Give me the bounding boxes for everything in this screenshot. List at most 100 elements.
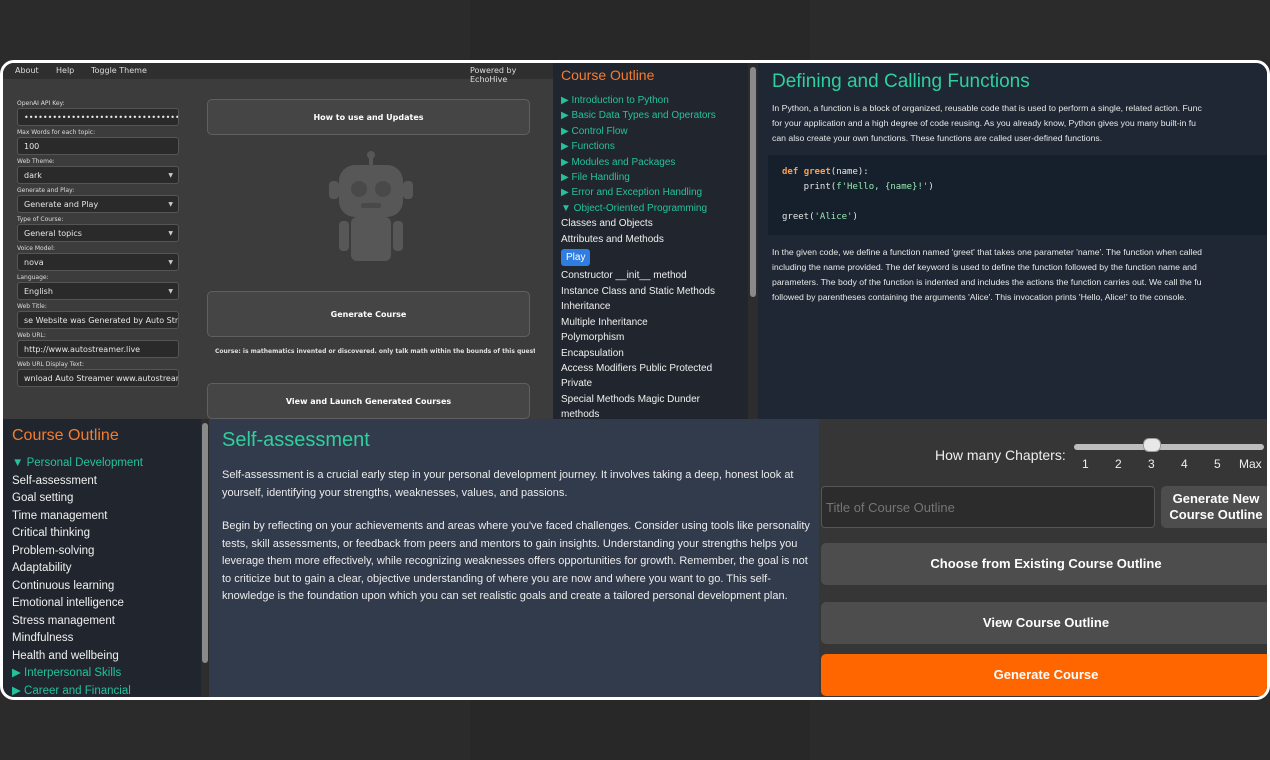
- outline-topic[interactable]: Continuous learning: [12, 578, 143, 596]
- outline-topic[interactable]: Constructor __init__ method: [561, 268, 716, 283]
- how-to-button[interactable]: How to use and Updates: [207, 99, 530, 135]
- web-theme-select[interactable]: dark ▼: [17, 166, 179, 184]
- code-text: ): [928, 182, 934, 192]
- generate-course-button[interactable]: Generate Course: [821, 654, 1267, 696]
- field-label: OpenAI API Key:: [17, 100, 65, 107]
- outline-topic[interactable]: Special Methods Magic Dunder: [561, 392, 716, 407]
- text-line: can also create your own functions. Thes…: [772, 133, 1103, 143]
- chevron-down-icon: ▼: [168, 259, 173, 266]
- code-text: greet(: [782, 212, 815, 222]
- outline-chapter[interactable]: ▶ Functions: [561, 139, 716, 154]
- web-url-field[interactable]: http://www.autostreamer.live: [17, 340, 179, 358]
- outline-topic[interactable]: Problem-solving: [12, 543, 143, 561]
- outline-topic[interactable]: Classes and Objects: [561, 216, 716, 231]
- outline-topic[interactable]: Inheritance: [561, 299, 716, 314]
- generate-new-outline-button[interactable]: Generate New Course Outline: [1161, 486, 1267, 528]
- api-key-field[interactable]: ••••••••••••••••••••••••••••••••••••: [17, 108, 179, 126]
- tick-label: 3: [1148, 457, 1155, 471]
- slider-thumb[interactable]: [1143, 438, 1161, 452]
- outline-chapter[interactable]: ▶ Basic Data Types and Operators: [561, 108, 716, 123]
- course-outline-panel: Course Outline ▶ Introduction to Python ▶…: [553, 63, 758, 420]
- tick-label: Max: [1239, 457, 1262, 471]
- outline-chapter[interactable]: ▼ Personal Development: [12, 455, 143, 473]
- scrollbar-thumb[interactable]: [202, 423, 208, 663]
- select-value: English: [24, 287, 53, 296]
- outline-chapter[interactable]: ▼ Object-Oriented Programming: [561, 201, 716, 216]
- robot-icon: [329, 151, 413, 261]
- max-words-field[interactable]: 100: [17, 137, 179, 155]
- generate-play-select[interactable]: Generate and Play ▼: [17, 195, 179, 213]
- outline-topic[interactable]: Multiple Inheritance: [561, 315, 716, 330]
- tick-label: 4: [1181, 457, 1188, 471]
- scrollbar[interactable]: [748, 63, 758, 419]
- field-label: Web URL:: [17, 332, 46, 339]
- scrollbar-thumb[interactable]: [750, 67, 756, 297]
- select-value: nova: [24, 258, 44, 267]
- field-label: Web Theme:: [17, 158, 55, 165]
- lesson-intro: In Python, a function is a block of orga…: [772, 101, 1267, 146]
- chevron-down-icon: ▼: [168, 201, 173, 208]
- menu-about[interactable]: About: [15, 66, 39, 75]
- play-button[interactable]: Play: [561, 249, 591, 267]
- outline-chapter[interactable]: ▶ Career and Financial: [12, 683, 143, 698]
- language-select[interactable]: English ▼: [17, 282, 179, 300]
- field-label: Web Title:: [17, 303, 47, 310]
- outline-topic[interactable]: Stress management: [12, 613, 143, 631]
- list-item: Play: [561, 247, 716, 268]
- course-title-input[interactable]: [821, 486, 1155, 528]
- chapters-label: How many Chapters:: [935, 447, 1066, 463]
- outline-topic[interactable]: Critical thinking: [12, 525, 143, 543]
- app-window: About Help Toggle Theme Powered by EchoH…: [3, 63, 553, 419]
- code-keyword: def: [782, 167, 799, 177]
- outline-chapter[interactable]: ▶ Interpersonal Skills: [12, 665, 143, 683]
- select-value: dark: [24, 171, 42, 180]
- outline-topic[interactable]: Private: [561, 376, 716, 391]
- code-text: print(: [782, 182, 837, 192]
- field-label: Max Words for each topic:: [17, 129, 96, 136]
- outline-chapter[interactable]: ▶ Introduction to Python: [561, 93, 716, 108]
- outline-chapter[interactable]: ▶ File Handling: [561, 170, 716, 185]
- voice-model-select[interactable]: nova ▼: [17, 253, 179, 271]
- outline-topic[interactable]: Encapsulation: [561, 346, 716, 361]
- generate-course-button[interactable]: Generate Course: [207, 291, 530, 337]
- select-value: General topics: [24, 229, 82, 238]
- outline-topic[interactable]: Instance Class and Static Methods: [561, 284, 716, 299]
- outline-chapter[interactable]: ▶ Modules and Packages: [561, 155, 716, 170]
- outline-topic[interactable]: Attributes and Methods: [561, 232, 716, 247]
- code-block: def greet(name): print(f'Hello, {name}!'…: [768, 155, 1267, 235]
- course-outline-panel-2: Course Outline ▼ Personal Development Sel…: [3, 419, 201, 698]
- web-title-field[interactable]: se Website was Generated by Auto Streame…: [17, 311, 179, 329]
- outline-title: Course Outline: [12, 427, 119, 444]
- outline-topic[interactable]: Mindfulness: [12, 630, 143, 648]
- choose-existing-outline-button[interactable]: Choose from Existing Course Outline: [821, 543, 1267, 585]
- tick-label: 2: [1115, 457, 1122, 471]
- menu-toggle-theme[interactable]: Toggle Theme: [91, 66, 147, 75]
- outline-topic[interactable]: Time management: [12, 508, 143, 526]
- outline-topic[interactable]: Adaptability: [12, 560, 143, 578]
- field-label: Type of Course:: [17, 216, 64, 223]
- lesson-paragraph: Begin by reflecting on your achievements…: [222, 520, 810, 603]
- outline-topic[interactable]: Emotional intelligence: [12, 595, 143, 613]
- field-label: Voice Model:: [17, 245, 55, 252]
- web-url-display-field[interactable]: wnload Auto Streamer www.autostreamer.li…: [17, 369, 179, 387]
- field-label: Language:: [17, 274, 49, 281]
- code-string: 'Alice': [814, 212, 853, 222]
- outline-topic[interactable]: Goal setting: [12, 490, 143, 508]
- outline-topic[interactable]: Polymorphism: [561, 330, 716, 345]
- text-line: In the given code, we define a function …: [772, 247, 1203, 257]
- powered-by: Powered by EchoHive: [470, 66, 517, 84]
- chevron-down-icon: ▼: [168, 288, 173, 295]
- outline-topic[interactable]: Access Modifiers Public Protected: [561, 361, 716, 376]
- view-launch-courses-button[interactable]: View and Launch Generated Courses: [207, 383, 530, 419]
- menu-help[interactable]: Help: [56, 66, 74, 75]
- outline-chapter[interactable]: ▶ Error and Exception Handling: [561, 185, 716, 200]
- view-outline-button[interactable]: View Course Outline: [821, 602, 1267, 644]
- text-line: including the name provided. The def key…: [772, 262, 1197, 272]
- scrollbar[interactable]: [201, 419, 209, 697]
- outline-title: Course Outline: [561, 67, 655, 83]
- course-type-select[interactable]: General topics ▼: [17, 224, 179, 242]
- outline-chapter[interactable]: ▶ Control Flow: [561, 124, 716, 139]
- chapters-slider[interactable]: [1074, 444, 1264, 450]
- outline-topic[interactable]: Self-assessment: [12, 473, 143, 491]
- outline-topic[interactable]: Health and wellbeing: [12, 648, 143, 666]
